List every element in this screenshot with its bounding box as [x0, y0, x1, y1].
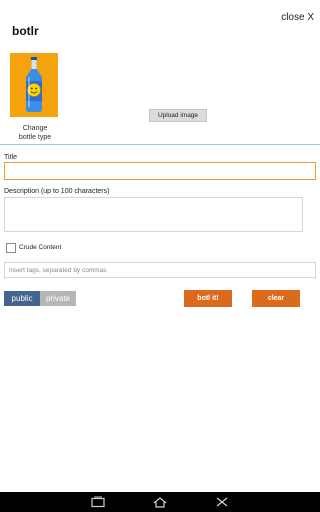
crude-content-label: Crude Content: [19, 244, 62, 251]
botl-it-button[interactable]: botl it!: [184, 290, 232, 307]
title-label: Title: [4, 154, 17, 161]
description-label: Description (up to 100 characters): [4, 188, 110, 195]
home-icon[interactable]: [152, 496, 168, 508]
back-icon[interactable]: [214, 496, 230, 508]
bottle-icon: [26, 57, 42, 112]
upload-image-button[interactable]: Upload image: [149, 109, 207, 122]
description-input[interactable]: [4, 197, 303, 232]
change-bottle-type-link[interactable]: Change bottle type: [8, 124, 62, 142]
private-toggle[interactable]: private: [40, 291, 76, 306]
app-title: botlr: [12, 24, 39, 38]
section-divider: [0, 144, 320, 145]
bottle-type-image[interactable]: [10, 53, 58, 117]
public-toggle[interactable]: public: [4, 291, 40, 306]
system-nav-bar: [0, 492, 320, 512]
title-input[interactable]: [4, 162, 316, 180]
tags-input[interactable]: [4, 262, 316, 278]
clear-button[interactable]: clear: [252, 290, 300, 307]
close-button[interactable]: close X: [281, 12, 314, 23]
crude-content-checkbox[interactable]: [6, 243, 16, 253]
recent-apps-icon[interactable]: [90, 496, 106, 508]
bottle-caption-line2: bottle type: [18, 134, 52, 141]
bottle-caption-line1: Change: [22, 125, 48, 132]
